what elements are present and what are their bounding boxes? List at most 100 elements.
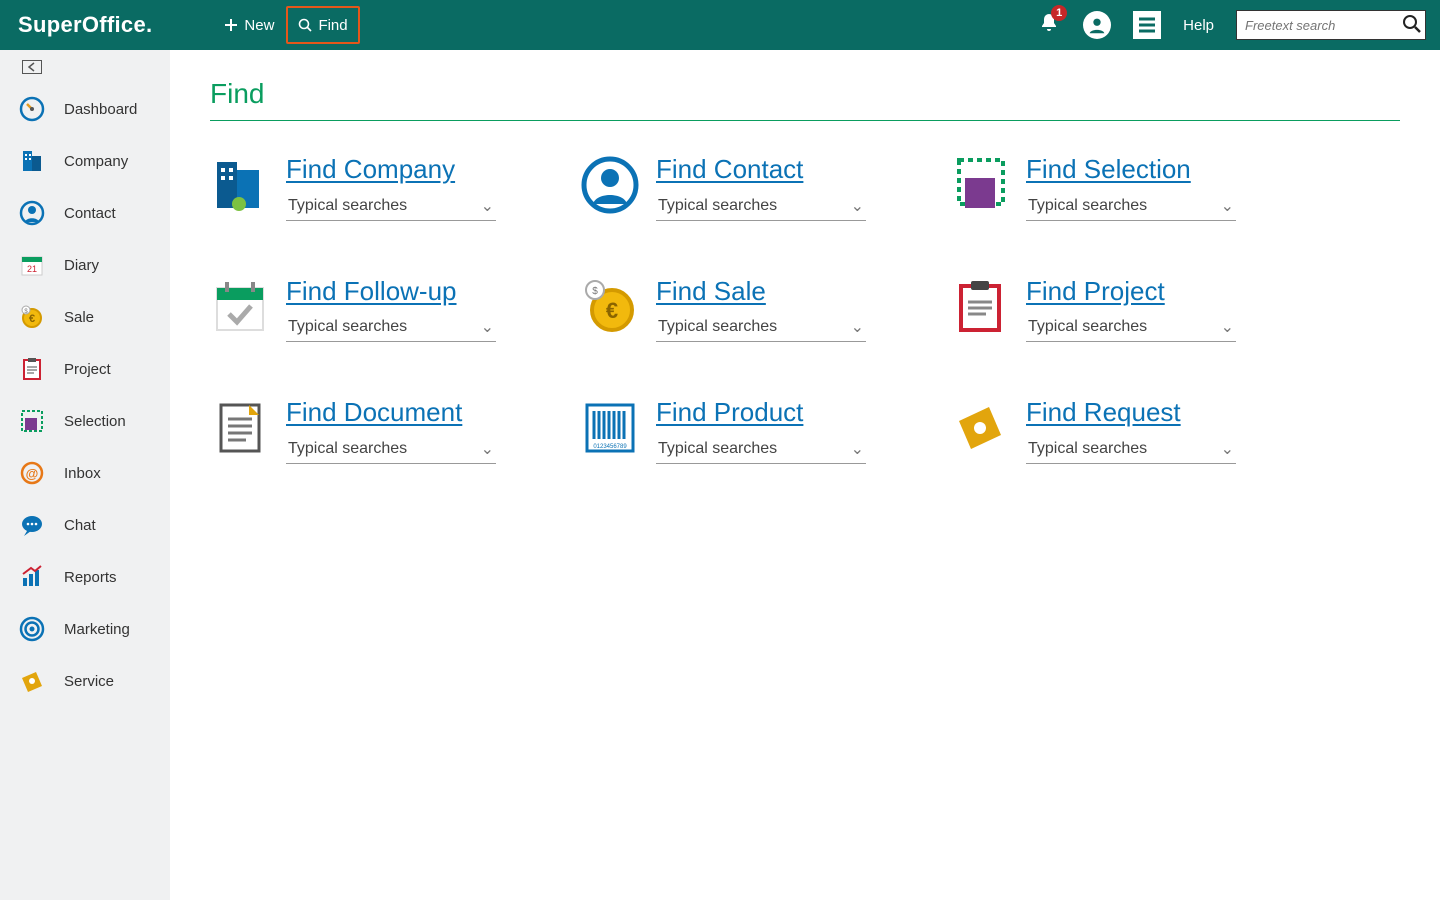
typical-searches-dropdown[interactable]: Typical searches ⌄ [656, 435, 866, 464]
typical-searches-dropdown[interactable]: Typical searches ⌄ [286, 435, 496, 464]
find-card-company: Find Company Typical searches ⌄ [210, 155, 570, 221]
find-card-project: Find Project Typical searches ⌄ [950, 277, 1310, 343]
document-icon [210, 398, 270, 458]
search-submit-button[interactable] [1402, 14, 1422, 39]
find-card-contact: Find Contact Typical searches ⌄ [580, 155, 940, 221]
find-followup-link[interactable]: Find Follow-up [286, 276, 457, 306]
find-card-selection: Find Selection Typical searches ⌄ [950, 155, 1310, 221]
notifications-button[interactable]: 1 [1037, 11, 1061, 40]
find-product-link[interactable]: Find Product [656, 397, 803, 427]
product-icon: 0123456789 [580, 398, 640, 458]
main-menu-button[interactable] [1133, 11, 1161, 39]
sidebar-item-label: Reports [64, 569, 117, 586]
find-company-link[interactable]: Find Company [286, 154, 455, 184]
header-left-actions: New Find [212, 6, 359, 44]
logo: SuperOffice. [18, 12, 152, 38]
help-link[interactable]: Help [1183, 17, 1214, 34]
find-button[interactable]: Find [286, 6, 359, 44]
svg-text:0123456789: 0123456789 [593, 444, 627, 450]
svg-text:€: € [606, 298, 618, 323]
chevron-down-icon: ⌄ [851, 439, 864, 459]
find-contact-link[interactable]: Find Contact [656, 154, 803, 184]
sidebar-item-label: Sale [64, 309, 94, 326]
sidebar-item-sale[interactable]: €$ Sale [0, 291, 170, 343]
header-right: 1 Help [1037, 10, 1426, 40]
company-icon [210, 155, 270, 215]
typical-searches-dropdown[interactable]: Typical searches ⌄ [656, 313, 866, 342]
typical-searches-dropdown[interactable]: Typical searches ⌄ [286, 313, 496, 342]
sidebar-item-service[interactable]: Service [0, 655, 170, 707]
selection-icon [950, 155, 1010, 215]
svg-text:€: € [29, 313, 35, 325]
sidebar-item-diary[interactable]: 21 Diary [0, 239, 170, 291]
typical-label: Typical searches [288, 197, 407, 215]
find-card-document: Find Document Typical searches ⌄ [210, 398, 570, 464]
find-request-link[interactable]: Find Request [1026, 397, 1181, 427]
sidebar-item-dashboard[interactable]: Dashboard [0, 83, 170, 135]
search-icon [1402, 14, 1422, 34]
sidebar-item-label: Marketing [64, 621, 130, 638]
svg-text:@: @ [26, 466, 39, 481]
sale-icon: €$ [580, 277, 640, 337]
find-document-link[interactable]: Find Document [286, 397, 462, 427]
project-icon [18, 355, 46, 383]
sidebar-item-project[interactable]: Project [0, 343, 170, 395]
notification-badge: 1 [1051, 5, 1067, 21]
person-icon [1086, 14, 1108, 36]
sidebar: Dashboard Company Contact 21 Diary €$ Sa… [0, 50, 170, 900]
inbox-icon: @ [18, 459, 46, 487]
sidebar-item-contact[interactable]: Contact [0, 187, 170, 239]
reports-icon [18, 563, 46, 591]
typical-label: Typical searches [1028, 440, 1147, 458]
typical-searches-dropdown[interactable]: Typical searches ⌄ [286, 192, 496, 221]
find-card-followup: Find Follow-up Typical searches ⌄ [210, 277, 570, 343]
new-button[interactable]: New [212, 6, 286, 44]
app-header: SuperOffice. New Find 1 Help [0, 0, 1440, 50]
find-card-sale: €$ Find Sale Typical searches ⌄ [580, 277, 940, 343]
freetext-search [1236, 10, 1426, 40]
sidebar-item-label: Diary [64, 257, 99, 274]
contact-icon [580, 155, 640, 215]
search-input[interactable] [1236, 10, 1426, 40]
chevron-down-icon: ⌄ [481, 317, 494, 337]
diary-icon: 21 [18, 251, 46, 279]
typical-searches-dropdown[interactable]: Typical searches ⌄ [1026, 313, 1236, 342]
chevron-down-icon: ⌄ [851, 196, 864, 216]
sidebar-item-inbox[interactable]: @ Inbox [0, 447, 170, 499]
typical-label: Typical searches [658, 440, 777, 458]
dashboard-icon [18, 95, 46, 123]
typical-searches-dropdown[interactable]: Typical searches ⌄ [1026, 192, 1236, 221]
find-sale-link[interactable]: Find Sale [656, 276, 766, 306]
collapse-sidebar-button[interactable] [0, 56, 170, 83]
sidebar-item-selection[interactable]: Selection [0, 395, 170, 447]
typical-label: Typical searches [1028, 318, 1147, 336]
typical-searches-dropdown[interactable]: Typical searches ⌄ [656, 192, 866, 221]
main-panel: Find Find Company Typical searches ⌄ [170, 50, 1440, 900]
followup-icon [210, 277, 270, 337]
hamburger-icon [1138, 17, 1156, 33]
sidebar-item-label: Selection [64, 413, 126, 430]
chevron-down-icon: ⌄ [1221, 317, 1234, 337]
chevron-down-icon: ⌄ [481, 439, 494, 459]
sidebar-item-chat[interactable]: Chat [0, 499, 170, 551]
sidebar-item-label: Chat [64, 517, 96, 534]
page-title: Find [210, 78, 1400, 121]
sidebar-item-marketing[interactable]: Marketing [0, 603, 170, 655]
svg-text:$: $ [592, 286, 598, 297]
avatar[interactable] [1083, 11, 1111, 39]
find-project-link[interactable]: Find Project [1026, 276, 1165, 306]
find-label: Find [318, 17, 347, 34]
sale-icon: €$ [18, 303, 46, 331]
contact-icon [18, 199, 46, 227]
sidebar-item-company[interactable]: Company [0, 135, 170, 187]
collapse-icon [22, 60, 42, 74]
typical-searches-dropdown[interactable]: Typical searches ⌄ [1026, 435, 1236, 464]
sidebar-item-label: Service [64, 673, 114, 690]
project-icon [950, 277, 1010, 337]
chevron-down-icon: ⌄ [481, 196, 494, 216]
sidebar-item-label: Inbox [64, 465, 101, 482]
find-selection-link[interactable]: Find Selection [1026, 154, 1191, 184]
typical-label: Typical searches [658, 197, 777, 215]
plus-icon [224, 18, 238, 32]
sidebar-item-reports[interactable]: Reports [0, 551, 170, 603]
